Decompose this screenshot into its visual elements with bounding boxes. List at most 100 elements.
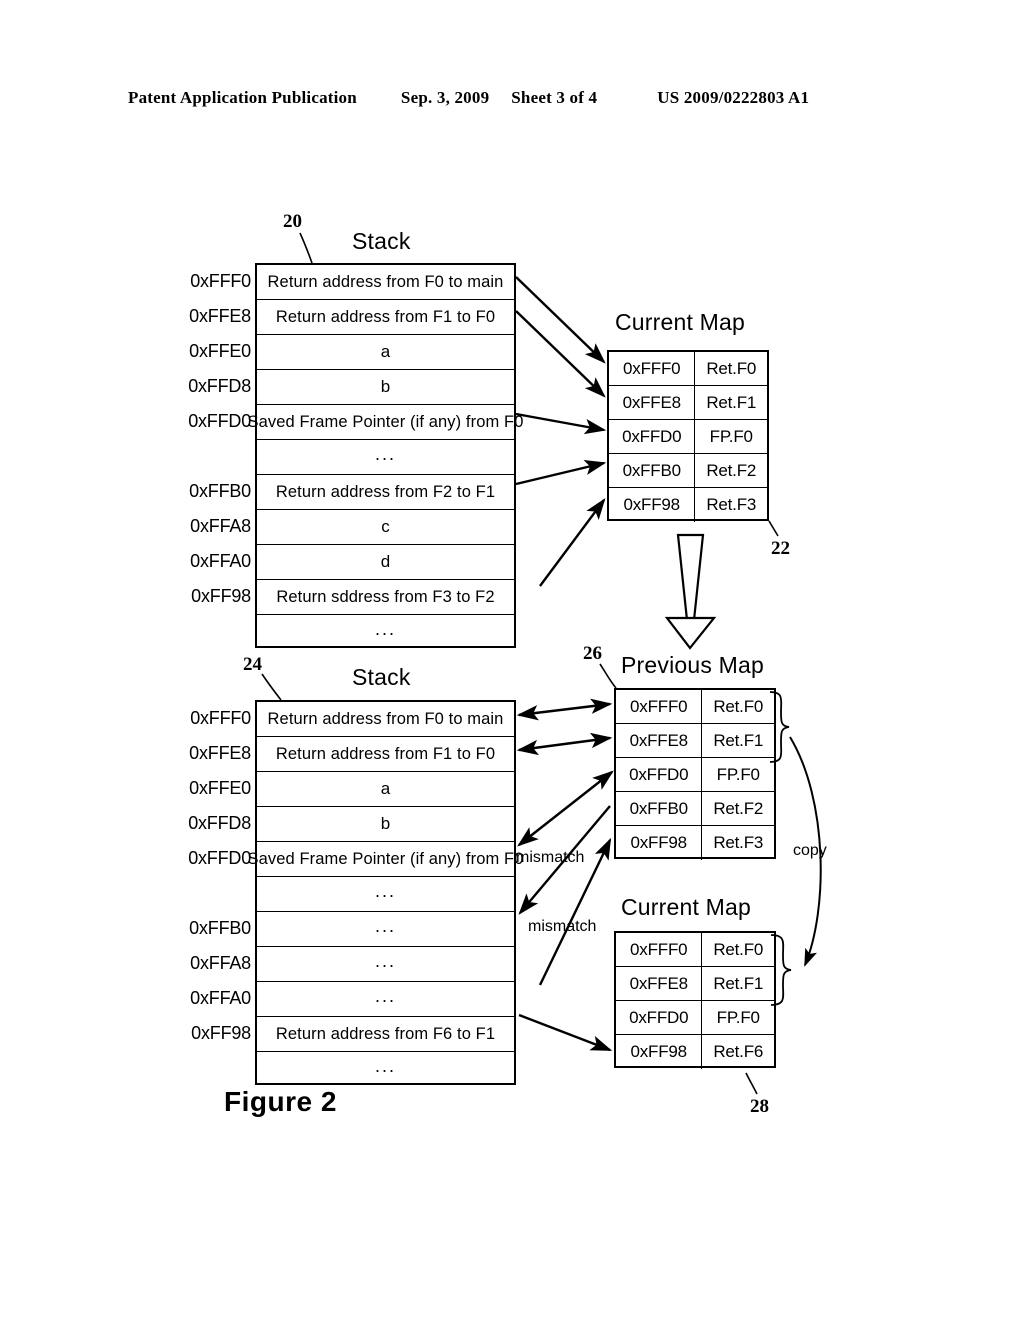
stack-address-label: 0xFFE0 — [189, 778, 251, 798]
stack-row: ... — [257, 947, 514, 982]
leader-line-28 — [745, 1072, 758, 1095]
stack-row: ... — [257, 912, 514, 947]
top-current-map-title: Current Map — [615, 309, 746, 335]
stack-address-label: 0xFFA8 — [190, 953, 251, 973]
leader-line-24 — [261, 673, 282, 701]
stack-address-label: 0xFF98 — [191, 1023, 251, 1043]
map-address-cell: 0xFFF0 — [616, 690, 703, 723]
arrow-match-row-ffd0 — [517, 770, 614, 847]
stack-row: Return sddress from F3 to F2 — [257, 580, 514, 615]
stack-address-label: 0xFFD0 — [188, 848, 251, 868]
stack-address-label: 0xFFA0 — [190, 988, 251, 1008]
figure-caption: Figure 2 — [224, 1086, 337, 1117]
bottom-stack-title: Stack — [352, 664, 411, 690]
previous-map-title: Previous Map — [621, 652, 765, 678]
arrow-stack-to-map-4 — [515, 459, 607, 486]
top-current-map-table: 0xFFF0 Ret.F0 0xFFE8 Ret.F1 0xFFD0 FP.F0 0xFFB… — [607, 350, 769, 522]
map-address-cell: 0xFFE8 — [616, 724, 703, 757]
stack-row: Return address from F1 to F0 — [257, 737, 514, 772]
map-row: 0xFF98 Ret.F6 — [616, 1035, 774, 1069]
map-address-cell: 0xFFF0 — [609, 352, 696, 385]
stack-row: ... — [374, 1056, 396, 1076]
map-row: 0xFFE8 Ret.F1 — [616, 967, 774, 1001]
arrow-stack-to-map-5 — [539, 498, 606, 587]
stack-address-label: 0xFFB0 — [189, 481, 251, 501]
map-address-cell: 0xFFB0 — [616, 792, 703, 825]
stack-row: Return address from F6 to F1 — [257, 1017, 514, 1052]
map-value-cell: FP.F0 — [716, 764, 760, 784]
stack-row: ... — [257, 440, 514, 475]
leader-line-20 — [299, 232, 313, 264]
stack-row: c — [257, 510, 514, 545]
stack-address-label: 0xFFE8 — [189, 306, 251, 326]
map-value-cell: Ret.F1 — [713, 730, 764, 750]
map-value-cell: FP.F0 — [709, 426, 753, 446]
map-row: 0xFFF0 Ret.F0 — [616, 690, 774, 724]
transition-arrow-shaft — [676, 533, 705, 622]
reference-numeral-24: 24 — [243, 654, 262, 675]
bottom-current-map-table: 0xFFF0 Ret.F0 0xFFE8 Ret.F1 0xFFD0 FP.F0 0xFF9… — [614, 931, 776, 1069]
stack-row: ... — [257, 877, 514, 912]
stack-row: Return address from F1 to F0 — [257, 300, 514, 335]
leader-line-26 — [599, 663, 617, 689]
map-row: 0xFFB0 Ret.F2 — [616, 792, 774, 826]
map-row: 0xFFE8 Ret.F1 — [616, 724, 774, 758]
stack-row: Return address from F0 to main — [257, 265, 514, 300]
arrow-stack-to-bottom-map — [518, 1013, 613, 1052]
map-row: 0xFF98 Ret.F3 — [609, 488, 767, 522]
map-address-cell: 0xFFD0 — [609, 420, 696, 453]
map-row: 0xFFD0 FP.F0 — [616, 758, 774, 792]
map-value-cell: Ret.F0 — [713, 939, 764, 959]
reference-numeral-22: 22 — [771, 538, 790, 559]
map-address-cell: 0xFFE8 — [609, 386, 696, 419]
reference-numeral-28: 28 — [750, 1096, 769, 1117]
stack-address-label: 0xFFF0 — [190, 708, 251, 728]
map-address-cell: 0xFF98 — [616, 1035, 703, 1069]
map-address-cell: 0xFF98 — [609, 488, 696, 522]
diagram-connectors — [261, 232, 822, 1095]
stack-address-label: 0xFF98 — [191, 586, 251, 606]
bottom-stack-table: Return address from F0 to main Return add… — [248, 700, 523, 1085]
stack-row: a — [257, 772, 514, 807]
top-stack-table: Return address from F0 to main Return add… — [248, 263, 523, 648]
map-value-cell: Ret.F3 — [706, 495, 757, 514]
stack-address-label: 0xFFB0 — [189, 918, 251, 938]
map-value-cell: FP.F0 — [716, 1007, 760, 1027]
stack-row: ... — [374, 619, 396, 639]
map-value-cell: Ret.F6 — [713, 1042, 764, 1061]
mismatch-label-lower: mismatch — [528, 918, 597, 935]
transition-arrow-head — [664, 616, 717, 650]
arrow-stack-to-map-3 — [515, 412, 607, 435]
stack-row: Saved Frame Pointer (if any) from F0 — [248, 405, 523, 440]
arrow-stack-to-map-1 — [515, 276, 606, 364]
map-address-cell: 0xFFB0 — [609, 454, 696, 487]
map-row: 0xFFB0 Ret.F2 — [609, 454, 767, 488]
stack-row: b — [257, 807, 514, 842]
stack-address-label: 0xFFE0 — [189, 341, 251, 361]
bottom-current-map-title: Current Map — [621, 894, 752, 920]
top-stack-title: Stack — [352, 228, 411, 254]
mismatch-label-upper: mismatch — [516, 849, 585, 866]
stack-address-label: 0xFFE8 — [189, 743, 251, 763]
stack-address-label: 0xFFD8 — [188, 813, 251, 833]
stack-address-label: 0xFFD0 — [188, 411, 251, 431]
map-value-cell: Ret.F0 — [706, 358, 757, 378]
map-row: 0xFFD0 FP.F0 — [616, 1001, 774, 1035]
map-row: 0xFFF0 Ret.F0 — [616, 933, 774, 967]
stack-row: Saved Frame Pointer (if any) from F0 — [248, 842, 523, 877]
arrow-match-row-ffe8 — [516, 732, 613, 756]
map-value-cell: Ret.F1 — [713, 973, 764, 993]
map-row: 0xFFE8 Ret.F1 — [609, 386, 767, 420]
arrow-stack-to-map-2 — [515, 310, 606, 398]
map-address-cell: 0xFF98 — [616, 826, 703, 860]
stack-row: b — [257, 370, 514, 405]
map-address-cell: 0xFFD0 — [616, 1001, 703, 1034]
stack-row: ... — [257, 982, 514, 1017]
map-value-cell: Ret.F2 — [706, 460, 757, 480]
map-row: 0xFFF0 Ret.F0 — [609, 352, 767, 386]
map-value-cell: Ret.F2 — [713, 798, 764, 818]
figure-2-diagram: Stack 20 Return address from F0 to main R… — [0, 0, 1024, 1320]
stack-address-label: 0xFFF0 — [190, 271, 251, 291]
previous-map-table: 0xFFF0 Ret.F0 0xFFE8 Ret.F1 0xFFD0 FP.F0 0xFFB… — [614, 688, 776, 860]
stack-row: Return address from F2 to F1 — [257, 475, 514, 510]
